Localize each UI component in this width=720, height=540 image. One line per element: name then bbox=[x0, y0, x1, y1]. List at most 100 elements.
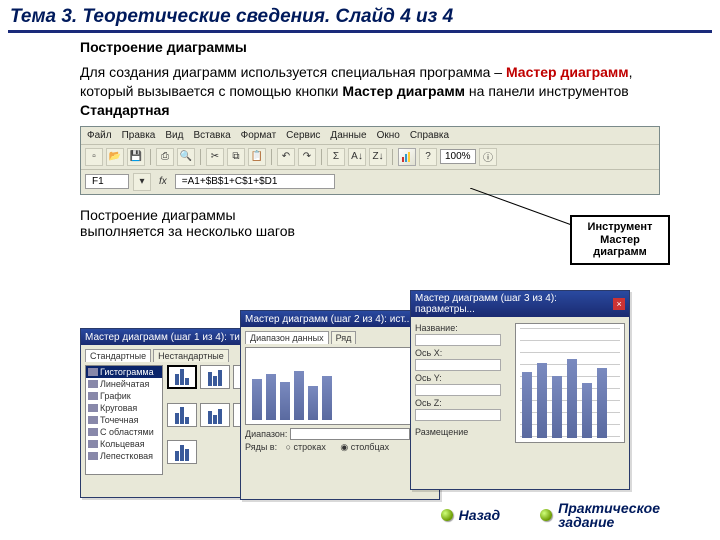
redo-icon[interactable]: ↷ bbox=[298, 148, 316, 166]
fx-label[interactable]: fx bbox=[155, 176, 171, 187]
info-icon[interactable]: ⓘ bbox=[479, 148, 497, 166]
new-icon[interactable]: ▫ bbox=[85, 148, 103, 166]
text: на панели инструментов bbox=[465, 83, 629, 99]
subtype-thumb[interactable] bbox=[167, 403, 197, 427]
separator bbox=[200, 149, 201, 165]
wizard2-title: Мастер диаграмм (шаг 2 из 4): ист... bbox=[245, 314, 412, 325]
back-label: Назад bbox=[459, 508, 500, 523]
chart-wizard-button[interactable] bbox=[398, 148, 416, 166]
radio-rows[interactable]: ○ строках bbox=[286, 442, 332, 452]
field-x: Ось X: bbox=[415, 348, 501, 371]
slide-title: Тема 3. Теоретические сведения. Слайд 4 … bbox=[0, 0, 720, 30]
wizard-step3-window: Мастер диаграмм (шаг 3 из 4): параметры.… bbox=[410, 290, 630, 490]
toolbar-icons: ▫ 📂 💾 ⎙ 🔍 ✂ ⧉ 📋 ↶ ↷ Σ A↓ Z↓ ? 100% ⓘ bbox=[81, 145, 659, 170]
bullet-icon bbox=[540, 509, 552, 521]
y-input[interactable] bbox=[415, 384, 501, 396]
copy-icon[interactable]: ⧉ bbox=[227, 148, 245, 166]
bold-master: Мастер диаграмм bbox=[342, 83, 465, 99]
help-icon[interactable]: ? bbox=[419, 148, 437, 166]
field-z: Ось Z: bbox=[415, 398, 501, 421]
tab-custom[interactable]: Нестандартные bbox=[153, 349, 229, 362]
tab-series[interactable]: Ряд bbox=[331, 331, 357, 344]
menu-view[interactable]: Вид bbox=[165, 130, 183, 141]
zoom-field[interactable]: 100% bbox=[440, 149, 476, 164]
undo-icon[interactable]: ↶ bbox=[277, 148, 295, 166]
callout-line3: диаграмм bbox=[580, 246, 660, 259]
wizard3-fields: Название: Ось X: Ось Y: Ось Z: Размещени… bbox=[415, 321, 501, 439]
chart-type-list[interactable]: Гистограмма Линейчатая График Круговая Т… bbox=[85, 365, 163, 475]
list-item[interactable]: С областями bbox=[86, 426, 162, 438]
dropdown-icon[interactable]: ▾ bbox=[133, 173, 151, 191]
rows-in: Ряды в: ○ строках ◉ столбцах bbox=[245, 442, 435, 453]
x-input[interactable] bbox=[415, 359, 501, 371]
highlight-master: Мастер диаграмм bbox=[506, 64, 629, 80]
callout-line1: Инструмент bbox=[580, 221, 660, 234]
wizard-stack: Мастер диаграмм (шаг 1 из 4): тип... × С… bbox=[80, 310, 620, 510]
range-field: Диапазон: bbox=[245, 428, 435, 440]
preview-icon[interactable]: 🔍 bbox=[177, 148, 195, 166]
sort-desc-icon[interactable]: Z↓ bbox=[369, 148, 387, 166]
print-icon[interactable]: ⎙ bbox=[156, 148, 174, 166]
excel-toolbar: Файл Правка Вид Вставка Формат Сервис Да… bbox=[80, 126, 660, 195]
intro-paragraph: Для создания диаграмм используется специ… bbox=[80, 63, 660, 120]
field-title: Название: bbox=[415, 323, 501, 346]
cut-icon[interactable]: ✂ bbox=[206, 148, 224, 166]
field-y: Ось Y: bbox=[415, 373, 501, 396]
wizard3-preview-chart bbox=[515, 323, 625, 443]
back-link[interactable]: Назад bbox=[441, 508, 500, 523]
list-item[interactable]: Точечная bbox=[86, 414, 162, 426]
open-icon[interactable]: 📂 bbox=[106, 148, 124, 166]
tab-range[interactable]: Диапазон данных bbox=[245, 331, 329, 344]
bottom-nav: Назад Практическое задание bbox=[441, 501, 660, 530]
menu-bar: Файл Правка Вид Вставка Формат Сервис Да… bbox=[81, 127, 659, 145]
chart-icon bbox=[401, 151, 413, 163]
menu-help[interactable]: Справка bbox=[410, 130, 449, 141]
menu-format[interactable]: Формат bbox=[241, 130, 277, 141]
tab-standard[interactable]: Стандартные bbox=[85, 349, 151, 362]
subtype-thumb[interactable] bbox=[200, 365, 230, 389]
subtype-thumb[interactable] bbox=[167, 365, 197, 389]
wizard2-preview-chart bbox=[245, 347, 435, 425]
practice-link[interactable]: Практическое задание bbox=[540, 501, 660, 530]
legend-label: Размещение bbox=[415, 427, 501, 437]
list-item[interactable]: Круговая bbox=[86, 402, 162, 414]
radio-cols[interactable]: ◉ столбцах bbox=[340, 442, 395, 452]
sort-asc-icon[interactable]: A↓ bbox=[348, 148, 366, 166]
cell-reference[interactable]: F1 bbox=[85, 174, 129, 189]
menu-data[interactable]: Данные bbox=[330, 130, 366, 141]
title-input[interactable] bbox=[415, 334, 501, 346]
list-item[interactable]: Линейчатая bbox=[86, 378, 162, 390]
subtype-thumb[interactable] bbox=[167, 440, 197, 464]
range-label: Диапазон: bbox=[245, 429, 287, 439]
separator bbox=[150, 149, 151, 165]
wizard3-titlebar: Мастер диаграмм (шаг 3 из 4): параметры.… bbox=[411, 291, 629, 317]
save-icon[interactable]: 💾 bbox=[127, 148, 145, 166]
list-item[interactable]: Гистограмма bbox=[86, 366, 162, 378]
section-subtitle: Построение диаграммы bbox=[80, 39, 660, 55]
callout-box: Инструмент Мастер диаграмм bbox=[570, 215, 670, 265]
callout-line2: Мастер bbox=[580, 234, 660, 247]
list-item[interactable]: График bbox=[86, 390, 162, 402]
bullet-icon bbox=[441, 509, 453, 521]
z-input[interactable] bbox=[415, 409, 501, 421]
separator bbox=[392, 149, 393, 165]
separator bbox=[271, 149, 272, 165]
paste-icon[interactable]: 📋 bbox=[248, 148, 266, 166]
range-input[interactable] bbox=[290, 428, 410, 440]
wizard1-title: Мастер диаграмм (шаг 1 из 4): тип... bbox=[85, 332, 254, 343]
menu-file[interactable]: Файл bbox=[87, 130, 112, 141]
list-item[interactable]: Лепестковая bbox=[86, 450, 162, 462]
menu-window[interactable]: Окно bbox=[377, 130, 400, 141]
sum-icon[interactable]: Σ bbox=[327, 148, 345, 166]
formula-input[interactable]: =A1+$B$1+C$1+$D1 bbox=[175, 174, 335, 189]
steps-paragraph: Построение диаграммы выполняется за неск… bbox=[0, 195, 320, 239]
subtype-thumb[interactable] bbox=[200, 403, 230, 427]
list-item[interactable]: Кольцевая bbox=[86, 438, 162, 450]
menu-edit[interactable]: Правка bbox=[122, 130, 156, 141]
content-area: Построение диаграммы Для создания диагра… bbox=[0, 39, 720, 120]
close-icon[interactable]: × bbox=[613, 298, 625, 310]
title-underline bbox=[8, 30, 712, 33]
menu-tools[interactable]: Сервис bbox=[286, 130, 320, 141]
menu-insert[interactable]: Вставка bbox=[193, 130, 230, 141]
practice-label: Практическое задание bbox=[558, 501, 660, 530]
